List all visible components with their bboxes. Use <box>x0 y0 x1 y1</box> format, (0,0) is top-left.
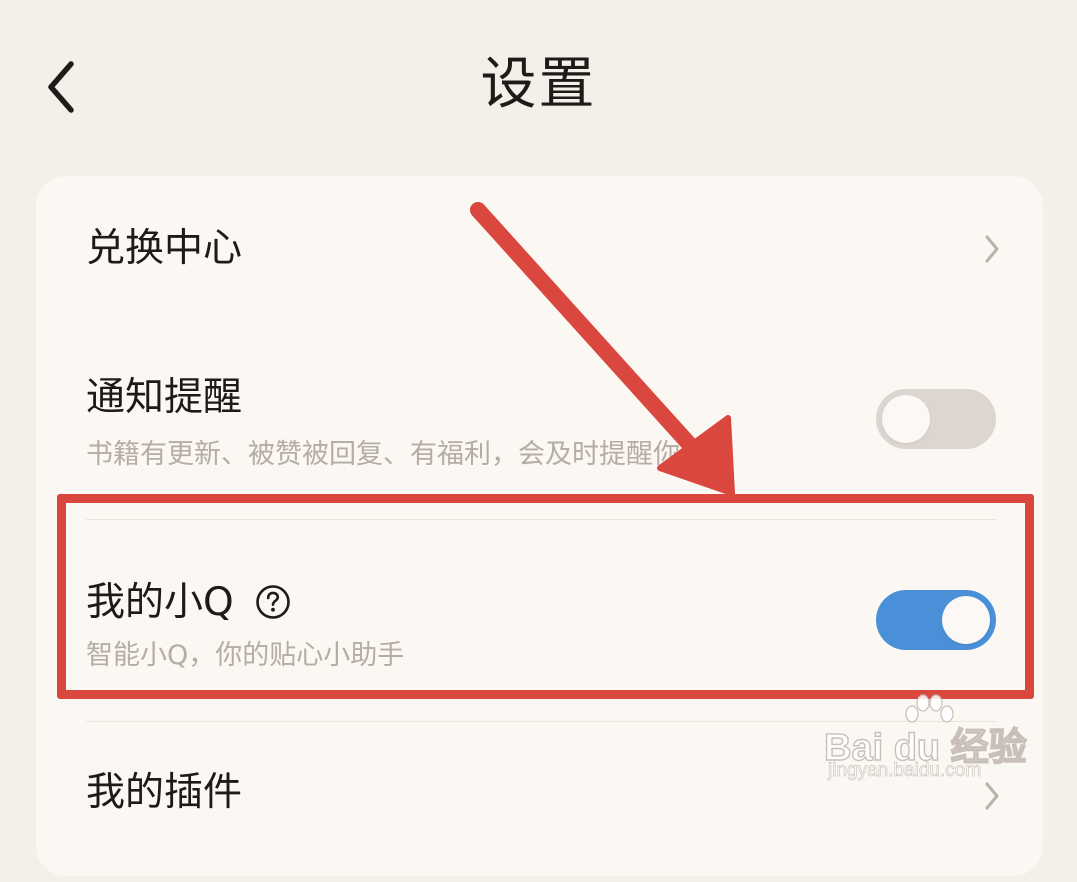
chevron-right-icon <box>985 235 999 263</box>
red-highlight-box <box>57 494 1034 699</box>
settings-item-label: 兑换中心 <box>86 226 243 271</box>
settings-item-notifications: 通知提醒 书籍有更新、被赞被回复、有福利，会及时提醒你 <box>36 318 1043 518</box>
settings-item-label: 通知提醒 <box>86 375 243 420</box>
toggle-knob <box>882 395 930 443</box>
top-bar: 设置 <box>0 0 1077 170</box>
notifications-toggle[interactable] <box>876 389 996 449</box>
page-title: 设置 <box>480 52 597 117</box>
watermark-url: jingyan.baidu.com <box>828 760 982 782</box>
settings-item-redeem-center[interactable]: 兑换中心 <box>36 176 1043 318</box>
settings-item-label: 我的插件 <box>86 770 243 815</box>
settings-item-subtitle: 书籍有更新、被赞被回复、有福利，会及时提醒你 <box>86 439 680 470</box>
baidu-jingyan-watermark: Bai du 经验 jingyan.baidu.com <box>823 694 1027 794</box>
